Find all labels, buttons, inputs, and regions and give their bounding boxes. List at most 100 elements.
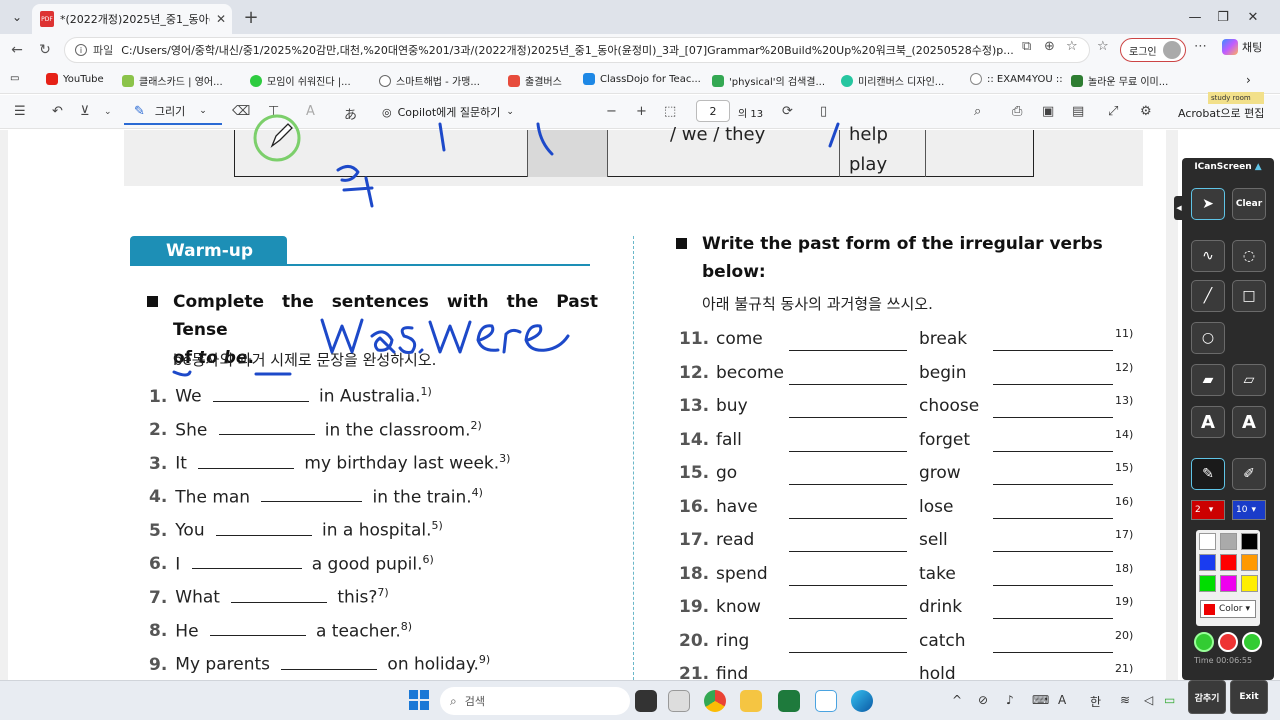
eraser-icon[interactable]: ⌫	[232, 104, 250, 119]
zoom-icon[interactable]: ⊕	[1044, 39, 1055, 54]
keyboard-icon[interactable]: ⌨	[1032, 693, 1049, 707]
text-box-icon[interactable]: ⊤	[268, 104, 279, 119]
task-view-icon[interactable]	[635, 690, 657, 712]
pen-size-select[interactable]: 2 ▾	[1191, 500, 1225, 520]
chevron-down-icon[interactable]: ⌄	[104, 107, 112, 117]
settings-icon[interactable]: ⚙	[1140, 104, 1152, 119]
app-icon[interactable]	[815, 690, 837, 712]
chevron-right-icon[interactable]: ›	[1246, 73, 1251, 87]
excel-icon[interactable]	[778, 690, 800, 712]
answer-blank[interactable]	[231, 587, 328, 603]
battery-icon[interactable]: ▭	[1164, 693, 1175, 707]
bookmark-item[interactable]: 놀라운 무료 이미...	[1071, 73, 1168, 88]
answer-blank[interactable]	[993, 597, 1113, 619]
answer-blank[interactable]	[212, 386, 309, 402]
answer-blank[interactable]	[993, 396, 1113, 418]
bookmark-item[interactable]: 스마트해법 - 가맹...	[379, 73, 480, 88]
draw-button[interactable]: ✎ 그리기 ⌄	[124, 99, 222, 125]
answer-blank[interactable]	[216, 520, 313, 536]
answer-blank[interactable]	[789, 396, 907, 418]
fullscreen-icon[interactable]: ⤢	[1108, 104, 1118, 119]
answer-blank[interactable]	[789, 329, 907, 351]
color-swatch-white[interactable]	[1199, 533, 1216, 550]
new-tab-button[interactable]: +	[240, 6, 262, 28]
circle-tool-button[interactable]: ○	[1191, 322, 1225, 354]
answer-blank[interactable]	[789, 631, 907, 653]
bookmark-item[interactable]: YouTube	[46, 73, 104, 85]
bookmark-item[interactable]: 미리캔버스 디자인...	[841, 73, 944, 88]
color-swatch-blue[interactable]	[1199, 554, 1216, 571]
answer-blank[interactable]	[789, 597, 907, 619]
color-swatch-gray[interactable]	[1220, 533, 1237, 550]
read-aloud-icon[interactable]: あ	[344, 104, 357, 123]
undo-icon[interactable]: ↶	[52, 104, 63, 119]
bookmark-item[interactable]: 모임이 쉬워진다 |...	[250, 73, 351, 88]
bookmark-item[interactable]: 출결버스	[508, 73, 562, 88]
text-box-tool-button[interactable]: A	[1232, 406, 1266, 438]
bookmarks-icon[interactable]: ▭	[10, 73, 19, 84]
widgets-icon[interactable]	[668, 690, 690, 712]
microphone-icon[interactable]: ♪	[1006, 693, 1014, 707]
input-mode-label[interactable]: A	[1058, 693, 1066, 707]
acrobat-edit-button[interactable]: Acrobat으로 편집	[1178, 105, 1264, 121]
answer-blank[interactable]	[993, 363, 1113, 385]
eraser-tool-button[interactable]: ▱	[1232, 364, 1266, 396]
answer-blank[interactable]	[261, 486, 363, 503]
pen-tool-button[interactable]: ✎	[1191, 458, 1225, 490]
color-swatch-magenta[interactable]	[1220, 575, 1237, 592]
windows-start-icon[interactable]	[409, 690, 429, 710]
url-field[interactable]: i 파일 C:/Users/영어/중학/내신/중1/2025%20감만,대천,%…	[64, 37, 1090, 63]
exit-button[interactable]: Exit	[1230, 680, 1268, 714]
answer-blank[interactable]	[281, 654, 378, 670]
favorites-icon[interactable]: ☆	[1097, 39, 1109, 54]
zoom-in-icon[interactable]: +	[636, 104, 647, 119]
wifi-icon[interactable]: ≋	[1120, 693, 1130, 707]
chrome-icon[interactable]	[704, 690, 726, 712]
record-button[interactable]	[1218, 632, 1238, 652]
text-size-icon[interactable]: A	[306, 104, 315, 119]
text-tool-button[interactable]: A	[1191, 406, 1225, 438]
rectangle-tool-button[interactable]: □	[1232, 280, 1266, 312]
answer-blank[interactable]	[218, 419, 315, 436]
curve-tool-button[interactable]: ∿	[1191, 240, 1225, 272]
chevron-up-icon[interactable]: ^	[952, 693, 962, 707]
rotate-icon[interactable]: ⟳	[782, 104, 793, 119]
tab-list-button[interactable]: ⌄	[6, 6, 28, 28]
answer-blank[interactable]	[209, 620, 306, 637]
fit-page-icon[interactable]: ⬚	[664, 104, 676, 119]
file-explorer-icon[interactable]	[740, 690, 762, 712]
answer-blank[interactable]	[993, 463, 1113, 485]
location-off-icon[interactable]: ⊘	[978, 693, 988, 707]
answer-blank[interactable]	[789, 430, 907, 452]
answer-blank[interactable]	[789, 530, 907, 552]
more-icon[interactable]: ⋯	[1194, 39, 1207, 54]
color-swatch-black[interactable]	[1241, 533, 1258, 550]
answer-blank[interactable]	[993, 631, 1113, 653]
translate-icon[interactable]: ⧉	[1022, 39, 1031, 54]
highlighter-tool-button[interactable]: ▰	[1191, 364, 1225, 396]
reload-button[interactable]: ↻	[34, 39, 56, 61]
copilot-chat-button[interactable]: 채팅	[1222, 39, 1262, 55]
answer-blank[interactable]	[789, 497, 907, 519]
line-tool-button[interactable]: ╱	[1191, 280, 1225, 312]
hide-button[interactable]: 감추기	[1188, 680, 1226, 714]
clear-button[interactable]: Clear	[1232, 188, 1266, 220]
save-as-icon[interactable]: ▤	[1072, 104, 1084, 119]
answer-blank[interactable]	[993, 530, 1113, 552]
color-swatch-orange[interactable]	[1241, 554, 1258, 571]
chat-bubble-button[interactable]	[1242, 632, 1262, 652]
back-button[interactable]: ←	[6, 39, 28, 61]
answer-blank[interactable]	[198, 453, 295, 469]
zoom-out-icon[interactable]: −	[606, 104, 617, 119]
highlight-icon[interactable]: ⊻	[80, 104, 90, 119]
color-swatch-red[interactable]	[1220, 554, 1237, 571]
tab-active[interactable]: PDF *(2022개정)2025년_중1_동아(윤정 ✕	[32, 4, 232, 34]
pen-width-select[interactable]: 10 ▾	[1232, 500, 1266, 520]
answer-blank[interactable]	[993, 430, 1113, 452]
copilot-ask-button[interactable]: ◎ Copilot에게 질문하기 ⌄	[382, 104, 514, 120]
ime-label[interactable]: 한	[1090, 693, 1101, 710]
color-swatch-green[interactable]	[1199, 575, 1216, 592]
color-swatch-yellow[interactable]	[1241, 575, 1258, 592]
answer-blank[interactable]	[993, 564, 1113, 586]
star-icon[interactable]: ☆	[1066, 39, 1078, 54]
